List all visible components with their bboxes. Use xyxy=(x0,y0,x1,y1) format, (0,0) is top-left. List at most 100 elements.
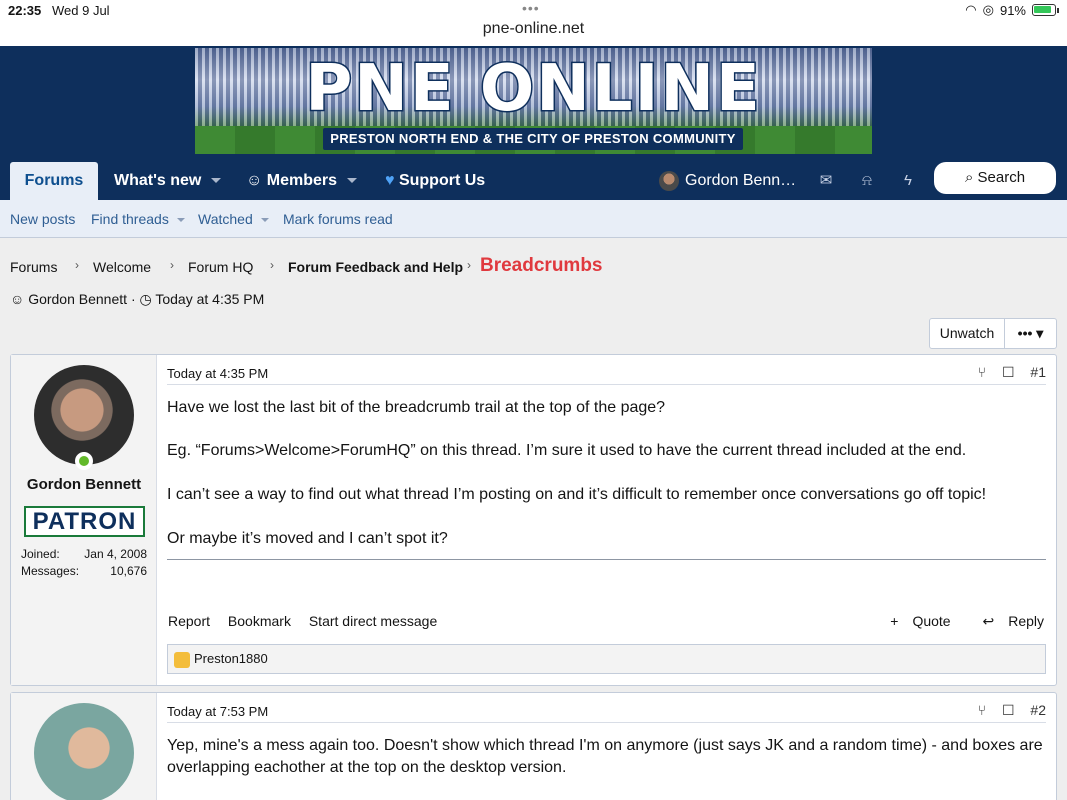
nav-tab-members[interactable]: ☺ Members xyxy=(246,162,358,200)
site-logo-banner[interactable]: PNE ONLINE PRESTON NORTH END & THE CITY … xyxy=(195,48,872,154)
main-nav: Forums What's new ☺ Members ♥ Support Us… xyxy=(0,162,1067,200)
clock-icon: ◷ xyxy=(139,291,152,307)
post-paragraph: Have we lost the last bit of the breadcr… xyxy=(167,399,666,416)
reply-arrow-icon: ↩ xyxy=(982,613,995,629)
post-username[interactable]: Gordon Bennett xyxy=(11,476,157,493)
wifi-icon: ◠ xyxy=(965,2,977,17)
plus-icon: + xyxy=(890,613,899,629)
joined-value: Jan 4, 2008 xyxy=(84,547,147,561)
search-icon: ⌕ xyxy=(964,169,974,186)
avatar[interactable] xyxy=(34,365,134,465)
messages-label: Messages: xyxy=(21,564,80,578)
status-date: Wed 9 Jul xyxy=(52,3,110,18)
nav-support-label: Support Us xyxy=(398,172,486,189)
thread-meta: ☺ Gordon Bennett · ◷ Today at 4:35 PM xyxy=(10,291,264,308)
multitask-dots-icon[interactable]: ••• xyxy=(522,0,540,16)
post-date[interactable]: Today at 4:35 PM xyxy=(167,366,268,381)
thumbs-up-icon xyxy=(174,651,190,668)
post-divider xyxy=(167,559,1046,560)
status-right: ◠ ◎ 91% xyxy=(965,2,1059,18)
share-icon[interactable]: ⑂ xyxy=(978,364,986,380)
heart-icon: ♥ xyxy=(385,172,395,189)
search-button[interactable]: ⌕ Search xyxy=(934,162,1056,194)
more-dots-label: ••• xyxy=(1017,325,1033,341)
breadcrumb-chevron-icon: › xyxy=(270,258,274,272)
post-paragraph: Yep, mine's a mess again too. Doesn't sh… xyxy=(167,737,1043,776)
sub-nav: New posts Find threads Watched Mark foru… xyxy=(0,200,1067,238)
online-status-icon xyxy=(75,452,93,470)
post-number[interactable]: #1 xyxy=(1030,364,1046,380)
post-actions: Report Bookmark Start direct message + Qu… xyxy=(168,613,1044,629)
nav-members-label: Members xyxy=(266,172,338,189)
post-user-panel: Gordon Bennett PATRON Joined: Jan 4, 200… xyxy=(11,355,157,685)
report-link[interactable]: Report xyxy=(168,613,210,629)
chevron-down-icon[interactable] xyxy=(260,218,269,223)
direct-message-link[interactable]: Start direct message xyxy=(309,613,437,629)
status-time: 22:35 xyxy=(8,3,42,18)
site-logo-title: PNE ONLINE xyxy=(304,52,762,126)
subnav-watched[interactable]: Watched xyxy=(198,211,269,227)
bookmark-link[interactable]: Bookmark xyxy=(228,613,291,629)
post-paragraph: I can’t see a way to find out what threa… xyxy=(167,486,987,503)
post-number[interactable]: #2 xyxy=(1030,702,1046,718)
post-2: Today at 7:53 PM ⑂ ☐ #2 Yep, mine's a me… xyxy=(10,692,1057,800)
joined-label: Joined: xyxy=(21,547,60,561)
user-icon: ☺ xyxy=(10,291,25,307)
unwatch-button[interactable]: Unwatch xyxy=(929,318,1005,349)
patron-badge: PATRON xyxy=(24,506,145,537)
reaction-user[interactable]: Preston1880 xyxy=(194,651,268,666)
avatar xyxy=(659,170,679,191)
subnav-find-threads[interactable]: Find threads xyxy=(91,211,185,227)
bookmark-icon[interactable]: ☐ xyxy=(1002,702,1015,718)
chevron-down-icon[interactable] xyxy=(176,218,185,223)
search-label: Search xyxy=(977,169,1026,186)
post-date[interactable]: Today at 7:53 PM xyxy=(167,704,268,719)
reaction-bar[interactable]: Preston1880 xyxy=(167,644,1046,674)
thread-time[interactable]: Today at 4:35 PM xyxy=(155,291,264,307)
orientation-lock-icon: ◎ xyxy=(982,2,994,17)
nav-whats-new-label: What's new xyxy=(114,172,202,189)
nav-user-name: Gordon Benn… xyxy=(685,172,797,189)
breadcrumb-chevron-icon: › xyxy=(170,258,174,272)
subnav-find-threads-label: Find threads xyxy=(91,211,169,227)
chevron-down-icon: ▾ xyxy=(1036,325,1044,341)
nav-tab-support-us[interactable]: ♥ Support Us xyxy=(385,162,485,200)
subnav-watched-label: Watched xyxy=(198,211,253,227)
breadcrumb-forums[interactable]: Forums xyxy=(10,259,57,275)
nav-tab-forums[interactable]: Forums xyxy=(10,162,98,200)
bell-icon[interactable]: ⍾ xyxy=(857,171,877,191)
battery-icon xyxy=(1032,4,1056,16)
user-joined: Joined: Jan 4, 2008 xyxy=(21,547,147,561)
more-options-button[interactable]: ••• ▾ xyxy=(1004,318,1057,349)
quote-label: Quote xyxy=(912,613,951,629)
post-user-panel xyxy=(11,693,157,800)
inbox-icon[interactable]: ✉ xyxy=(816,171,836,191)
nav-tab-whats-new[interactable]: What's new xyxy=(114,162,222,200)
quote-button[interactable]: + Quote xyxy=(876,613,950,629)
page-title: Breadcrumbs xyxy=(480,255,603,276)
nav-user-account[interactable]: Gordon Benn… xyxy=(659,162,796,200)
post-header: Today at 7:53 PM ⑂ ☐ #2 xyxy=(167,699,1046,723)
avatar[interactable] xyxy=(34,703,134,800)
user-messages: Messages: 10,676 xyxy=(21,564,147,578)
thread-author[interactable]: Gordon Bennett xyxy=(28,291,127,307)
breadcrumb-welcome[interactable]: Welcome xyxy=(93,259,151,275)
ios-status-bar: 22:35 Wed 9 Jul ••• pne-online.net ◠ ◎ 9… xyxy=(0,0,1067,46)
subnav-mark-forums-read[interactable]: Mark forums read xyxy=(283,211,393,227)
site-header: PNE ONLINE PRESTON NORTH END & THE CITY … xyxy=(0,46,1067,162)
messages-value: 10,676 xyxy=(110,564,147,578)
reply-button[interactable]: ↩ Reply xyxy=(968,613,1044,629)
chevron-down-icon[interactable] xyxy=(211,178,222,184)
post-header: Today at 4:35 PM ⑂ ☐ #1 xyxy=(167,361,1046,385)
subnav-new-posts[interactable]: New posts xyxy=(10,211,75,227)
chevron-down-icon[interactable] xyxy=(347,178,358,184)
bookmark-icon[interactable]: ☐ xyxy=(1002,364,1015,380)
share-icon[interactable]: ⑂ xyxy=(978,702,986,718)
post-paragraph: Or maybe it’s moved and I can’t spot it? xyxy=(167,530,448,547)
reply-label: Reply xyxy=(1008,613,1044,629)
breadcrumb-forum-hq[interactable]: Forum HQ xyxy=(188,259,253,275)
lightning-icon[interactable]: ϟ xyxy=(898,171,918,191)
breadcrumb-feedback-help[interactable]: Forum Feedback and Help xyxy=(288,259,463,275)
address-bar-url[interactable]: pne-online.net xyxy=(0,20,1067,38)
site-logo-subtitle: PRESTON NORTH END & THE CITY OF PRESTON … xyxy=(323,128,743,150)
